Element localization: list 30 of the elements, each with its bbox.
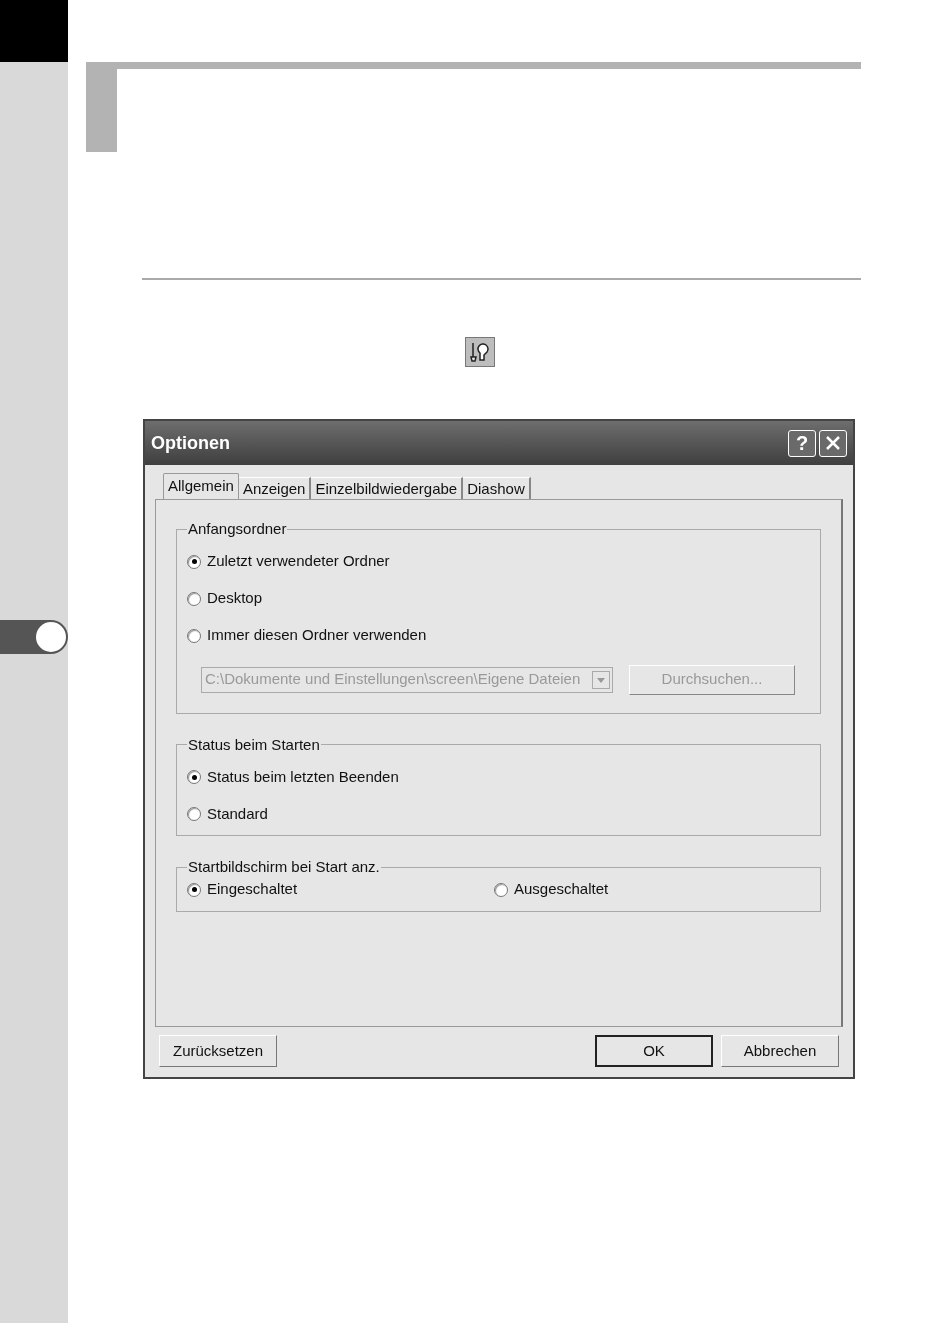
window-title: Optionen: [151, 431, 231, 455]
radio-option[interactable]: Zuletzt verwendeter Ordner: [187, 550, 810, 573]
group-title: Anfangsordner: [187, 519, 288, 539]
radio-option[interactable]: Status beim letzten Beenden: [187, 766, 810, 788]
tab[interactable]: Anzeigen: [238, 477, 312, 499]
radio-option[interactable]: Immer diesen Ordner verwenden: [187, 624, 810, 647]
dialog-button[interactable]: Zurücksetzen: [159, 1035, 277, 1067]
close-button[interactable]: [819, 429, 847, 457]
chapter-marker: [0, 0, 68, 62]
group-title: Startbildschirm bei Start anz.: [187, 857, 381, 877]
radio-option[interactable]: Ausgeschaltet: [494, 878, 801, 901]
tab[interactable]: Allgemein: [163, 473, 239, 499]
dialog-button[interactable]: OK: [595, 1035, 713, 1067]
radio-button[interactable]: [187, 882, 201, 897]
help-button[interactable]: ?: [788, 429, 816, 457]
tab[interactable]: Einzelbildwiedergabe: [311, 477, 464, 499]
group-title: Status beim Starten: [187, 734, 321, 755]
close-icon: [825, 435, 841, 451]
radio-button[interactable]: [187, 591, 201, 606]
radio-button[interactable]: [494, 882, 508, 897]
radio-button[interactable]: [187, 628, 201, 643]
radio-button[interactable]: [187, 807, 201, 821]
radio-button[interactable]: [187, 554, 201, 569]
tab[interactable]: Diashow: [463, 477, 531, 499]
tools-icon: [465, 337, 495, 367]
radio-option[interactable]: Desktop: [187, 587, 810, 610]
radio-option[interactable]: Standard: [187, 803, 810, 825]
radio-option[interactable]: Eingeschaltet: [187, 878, 494, 901]
dialog-button[interactable]: Abbrechen: [721, 1035, 839, 1067]
radio-button[interactable]: [187, 770, 201, 784]
